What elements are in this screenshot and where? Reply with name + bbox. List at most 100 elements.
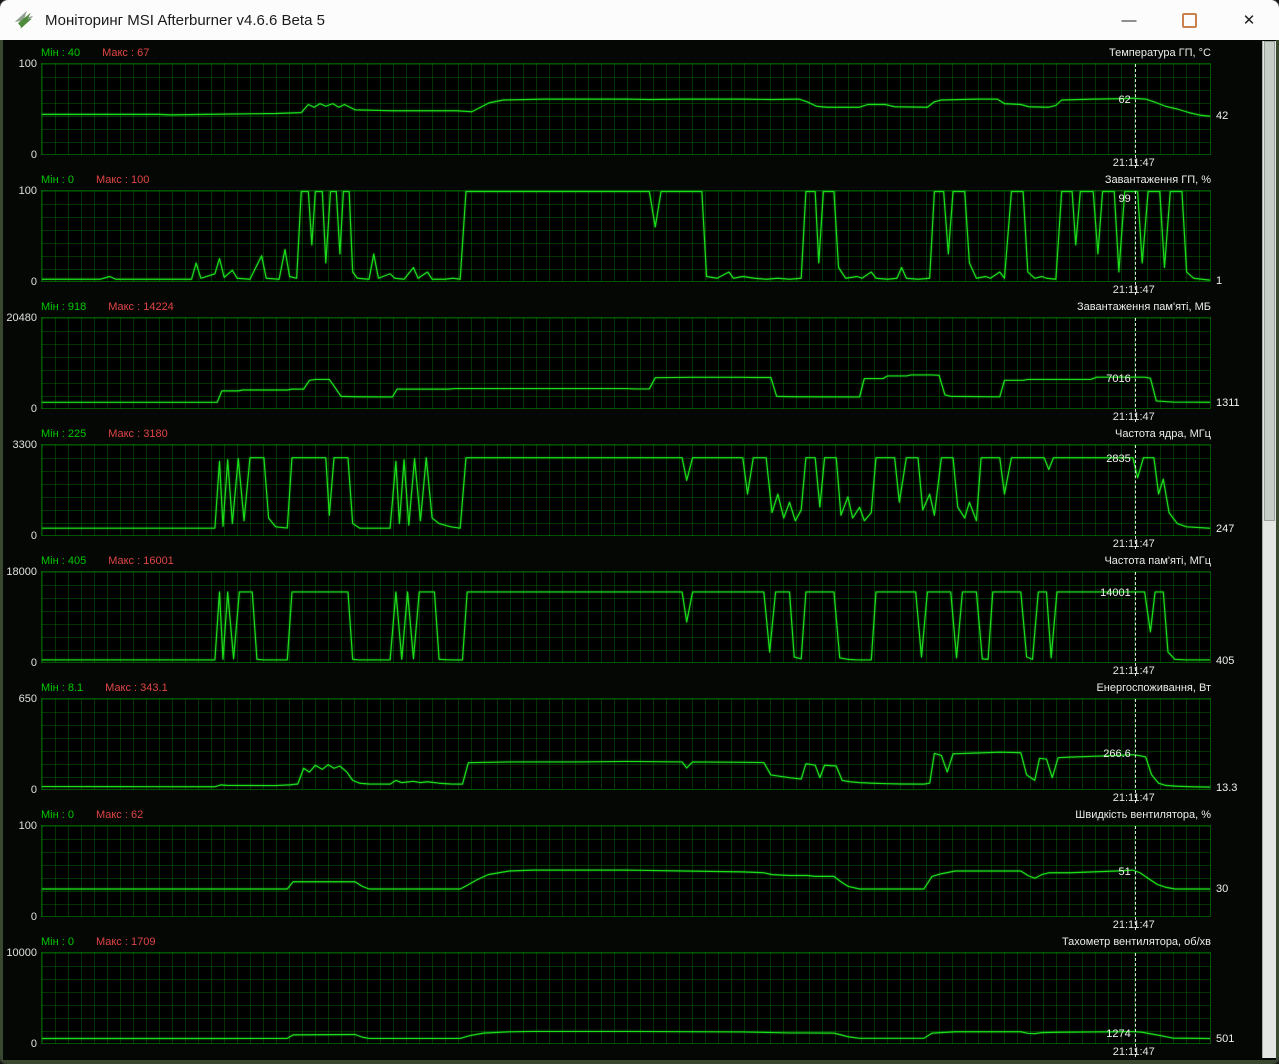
cursor-value: 62 — [1118, 93, 1131, 106]
window-title: Моніторинг MSI Afterburner v4.6.6 Beta 5 — [45, 11, 325, 29]
panel-footer: 21:11:47 — [41, 665, 1211, 679]
current-value: 13.3 — [1216, 782, 1238, 795]
min-label: Мін : 0 — [41, 174, 74, 186]
close-button[interactable]: ✕ — [1219, 0, 1279, 40]
cursor-line — [1134, 445, 1136, 549]
trace-line — [42, 457, 1211, 529]
panel-footer: 21:11:47 — [41, 792, 1211, 806]
scale-max-label: 20480 — [6, 312, 37, 324]
min-label: Мін : 8.1 — [41, 682, 84, 694]
panel-title: Швидкість вентилятора, % — [1075, 809, 1211, 821]
cursor-value: 14001 — [1100, 587, 1131, 600]
minimize-button[interactable]: — — [1099, 0, 1159, 40]
scale-zero-label: 0 — [30, 276, 37, 288]
max-label: Макс : 16001 — [108, 555, 174, 567]
scale-zero-label: 0 — [30, 149, 37, 161]
graph-panel: Мін : 40 Макс : 67 Температура ГП, °C 10… — [3, 45, 1262, 172]
panel-title: Температура ГП, °C — [1109, 47, 1211, 59]
graph-plot[interactable]: 62 — [41, 63, 1211, 168]
scrollbar[interactable] — [1262, 41, 1276, 1058]
panel-header: Мін : 405 Макс : 16001 Частота пам'яті, … — [41, 555, 1211, 568]
graph-plot[interactable]: 1274 — [41, 952, 1211, 1057]
panel-footer: 21:11:47 — [41, 284, 1211, 298]
scale-zero-label: 0 — [30, 530, 37, 542]
min-label: Мін : 225 — [41, 428, 87, 440]
cursor-value: 2835 — [1106, 452, 1131, 465]
trace-line — [42, 191, 1211, 281]
current-value: 501 — [1216, 1033, 1235, 1046]
scrollbar-thumb[interactable] — [1264, 41, 1275, 521]
cursor-timestamp: 21:11:47 — [1112, 665, 1155, 677]
panel-title: Завантаження пам'яті, МБ — [1076, 301, 1211, 313]
scale-zero-label: 0 — [30, 784, 37, 796]
panel-footer: 21:11:47 — [41, 919, 1211, 933]
maximize-icon — [1181, 12, 1197, 28]
min-label: Мін : 0 — [41, 936, 74, 948]
graph-panel: Мін : 918 Макс : 14224 Завантаження пам'… — [3, 299, 1262, 426]
scale-max-label: 3300 — [12, 439, 37, 451]
panel-header: Мін : 0 Макс : 100 Завантаження ГП, % — [41, 174, 1211, 187]
trace-line — [42, 591, 1210, 661]
cursor-line — [1134, 572, 1136, 676]
panel-title: Тахометр вентилятора, об/хв — [1061, 936, 1211, 948]
cursor-timestamp: 21:11:47 — [1112, 538, 1155, 550]
graph-plot[interactable]: 266.6 — [41, 698, 1211, 803]
graph-plot[interactable]: 2835 — [41, 444, 1211, 549]
panel-title: Частота пам'яті, МГц — [1104, 555, 1211, 567]
cursor-line — [1134, 953, 1136, 1057]
trace-line — [42, 97, 1211, 117]
cursor-timestamp: 21:11:47 — [1112, 1046, 1155, 1058]
cursor-timestamp: 21:11:47 — [1112, 284, 1155, 296]
max-label: Макс : 1709 — [95, 936, 156, 948]
cursor-timestamp: 21:11:47 — [1112, 157, 1155, 169]
trace-line — [41, 751, 1211, 788]
panel-footer: 21:11:47 — [41, 1046, 1211, 1060]
panel-title: Частота ядра, МГц — [1115, 428, 1211, 440]
monitor-area: Мін : 40 Макс : 67 Температура ГП, °C 10… — [0, 40, 1279, 1064]
panel-title: Завантаження ГП, % — [1104, 174, 1211, 186]
min-label: Мін : 918 — [41, 301, 87, 313]
current-value: 1311 — [1216, 397, 1240, 410]
max-label: Макс : 100 — [95, 174, 150, 186]
panel-footer: 21:11:47 — [41, 157, 1211, 171]
panel-header: Мін : 918 Макс : 14224 Завантаження пам'… — [41, 301, 1211, 314]
cursor-value: 51 — [1118, 866, 1131, 879]
max-label: Макс : 62 — [95, 809, 144, 821]
cursor-line — [1134, 64, 1136, 168]
maximize-button[interactable] — [1159, 0, 1219, 40]
current-value: 30 — [1216, 883, 1229, 896]
cursor-value: 266.6 — [1103, 748, 1131, 761]
trace-line — [42, 1030, 1211, 1040]
graph-panel: Мін : 225 Макс : 3180 Частота ядра, МГц … — [3, 426, 1262, 553]
title-bar[interactable]: Моніторинг MSI Afterburner v4.6.6 Beta 5… — [0, 0, 1279, 41]
current-value: 405 — [1216, 654, 1235, 667]
graph-plot[interactable]: 14001 — [41, 571, 1211, 676]
scale-zero-label: 0 — [30, 403, 37, 415]
min-label: Мін : 40 — [41, 47, 81, 59]
cursor-line — [1134, 826, 1136, 930]
cursor-value: 7016 — [1106, 373, 1131, 386]
current-value: 1 — [1216, 275, 1223, 288]
scale-max-label: 100 — [18, 820, 37, 832]
graph-plot[interactable]: 51 — [41, 825, 1211, 930]
close-icon: ✕ — [1242, 12, 1256, 29]
panels: Мін : 40 Макс : 67 Температура ГП, °C 10… — [3, 45, 1262, 1060]
scale-max-label: 18000 — [6, 566, 37, 578]
graph-plot[interactable]: 99 — [41, 190, 1211, 295]
scale-max-label: 100 — [18, 185, 37, 197]
minimize-icon: — — [1121, 11, 1137, 29]
panel-footer: 21:11:47 — [41, 411, 1211, 425]
cursor-value: 1274 — [1106, 1028, 1131, 1041]
graph-plot[interactable]: 7016 — [41, 317, 1211, 422]
scale-zero-label: 0 — [30, 1038, 37, 1050]
cursor-line — [1134, 191, 1136, 295]
panel-header: Мін : 40 Макс : 67 Температура ГП, °C — [41, 47, 1211, 60]
graph-panel: Мін : 405 Макс : 16001 Частота пам'яті, … — [3, 553, 1262, 680]
graph-panel: Мін : 0 Макс : 62 Швидкість вентилятора,… — [3, 807, 1262, 934]
current-value: 42 — [1216, 110, 1229, 123]
max-label: Макс : 67 — [102, 47, 150, 59]
cursor-timestamp: 21:11:47 — [1112, 411, 1155, 423]
panel-header: Мін : 225 Макс : 3180 Частота ядра, МГц — [41, 428, 1211, 441]
max-label: Макс : 343.1 — [105, 682, 168, 694]
panel-header: Мін : 8.1 Макс : 343.1 Енергоспоживання,… — [41, 682, 1211, 695]
